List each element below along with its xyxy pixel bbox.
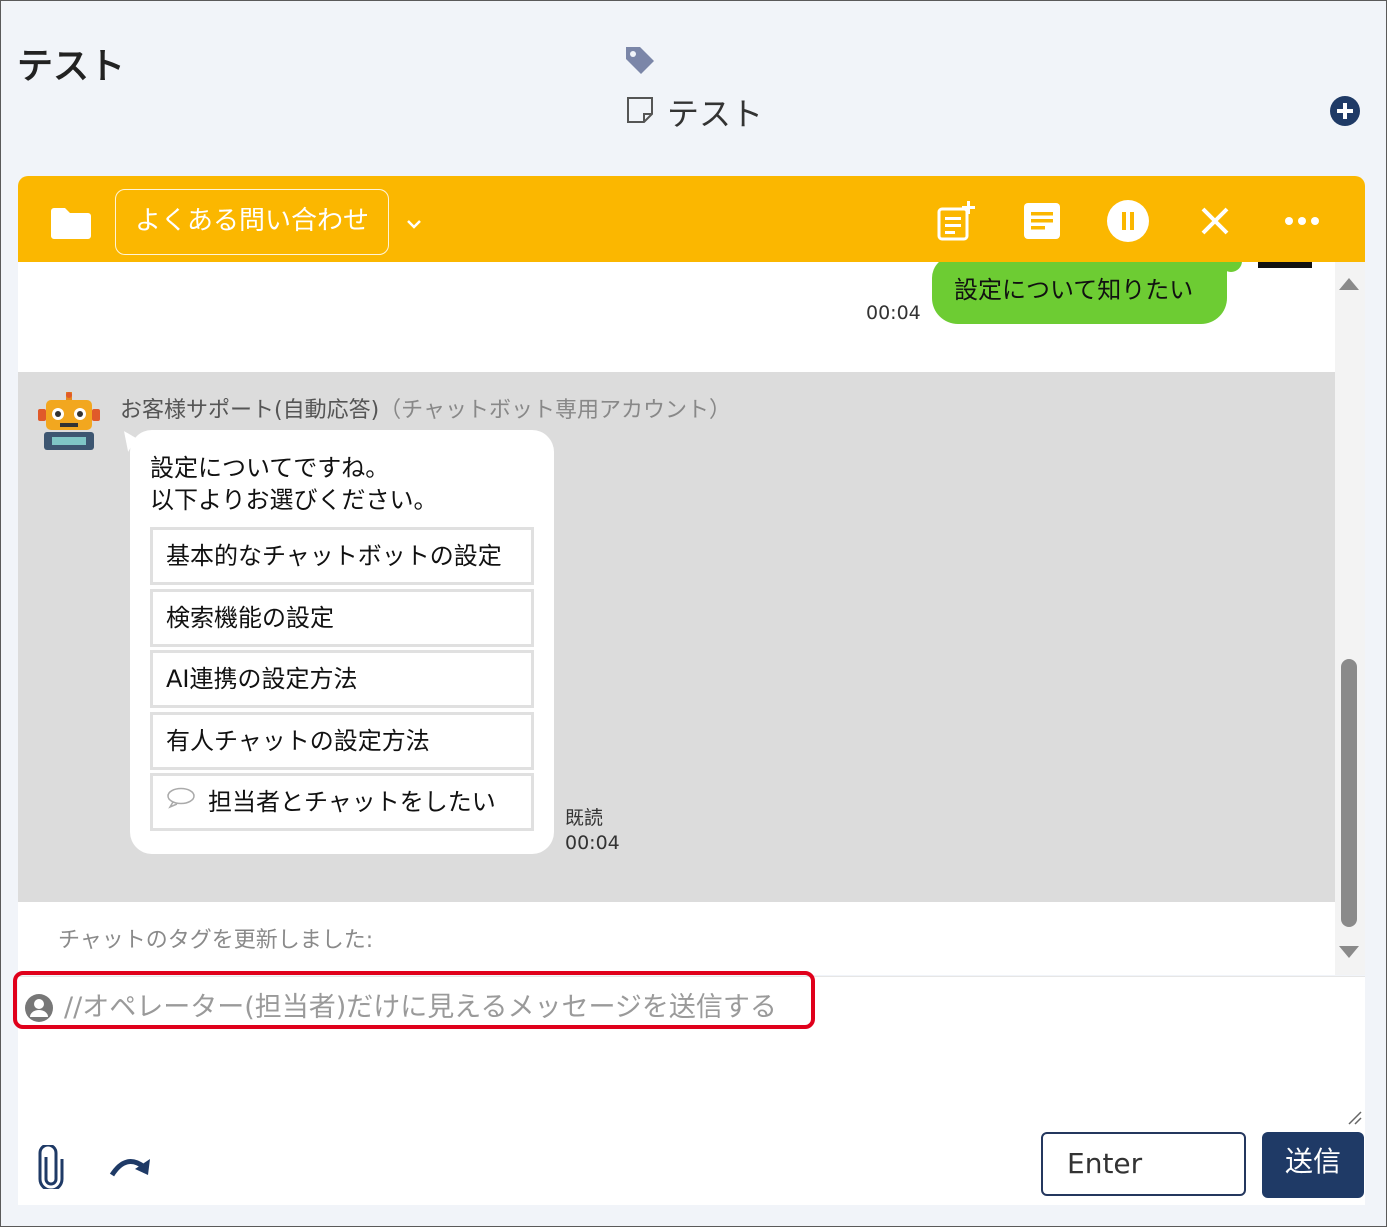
talk-to-agent-button[interactable]: 担当者とチャットをしたい xyxy=(150,773,534,831)
send-button[interactable]: 送信 xyxy=(1262,1132,1364,1198)
category-select[interactable]: よくある問い合わせ xyxy=(115,189,389,255)
bot-message-line: 設定についてですね。 xyxy=(150,454,390,482)
bot-message-bubble: 設定についてですね。 以下よりお選びください。 基本的なチャットボットの設定 検… xyxy=(130,430,554,854)
bot-message-time: 00:04 xyxy=(565,832,620,854)
add-tag-icon[interactable] xyxy=(1329,95,1361,131)
highlight-annotation xyxy=(13,971,815,1029)
bot-message-text: 設定についてですね。 以下よりお選びください。 xyxy=(150,452,438,516)
user-message-time: 00:04 xyxy=(866,302,921,324)
note-row[interactable]: テスト xyxy=(625,89,763,135)
choice-button[interactable]: 検索機能の設定 xyxy=(150,589,534,647)
bot-message-line: 以下よりお選びください。 xyxy=(150,486,438,514)
choice-button[interactable]: AI連携の設定方法 xyxy=(150,650,534,708)
chat-window: テスト テスト よくある問い合わせ 設定について知りたい 00:04 お客様サポ… xyxy=(0,0,1387,1227)
speech-bubble-icon xyxy=(166,775,196,827)
user-message-bubble: 設定について知りたい xyxy=(932,262,1227,324)
folder-icon[interactable] xyxy=(50,206,92,244)
read-status: 既読 00:04 xyxy=(565,806,620,856)
scroll-thumb[interactable] xyxy=(1341,659,1357,927)
memo-icon[interactable] xyxy=(1020,199,1064,243)
chat-scrollbar[interactable] xyxy=(1335,262,1365,975)
system-message: チャットのタグを更新しました: xyxy=(58,928,374,953)
enter-mode-select[interactable]: Enter xyxy=(1041,1132,1246,1196)
bot-account-type: （チャットボット専用アカウント） xyxy=(379,398,731,423)
resize-handle-icon[interactable] xyxy=(1346,1109,1362,1129)
note-label: テスト xyxy=(667,95,764,133)
chat-toolbar: よくある問い合わせ xyxy=(18,176,1365,262)
note-icon xyxy=(625,95,655,129)
page-title: テスト xyxy=(17,46,126,87)
bot-message-row: お客様サポート(自動応答)（チャットボット専用アカウント） 設定についてですね。… xyxy=(18,372,1335,902)
scroll-down-icon[interactable] xyxy=(1339,946,1359,958)
user-message-text: 設定について知りたい xyxy=(954,276,1194,304)
read-status-label: 既読 xyxy=(565,807,604,829)
robot-avatar-icon xyxy=(38,392,100,456)
tag-icon[interactable] xyxy=(623,43,657,81)
more-icon[interactable] xyxy=(1280,199,1324,243)
choice-button[interactable]: 基本的なチャットボットの設定 xyxy=(150,527,534,585)
attachment-icon[interactable] xyxy=(38,1143,64,1193)
redo-icon[interactable] xyxy=(108,1153,152,1183)
chat-messages[interactable]: 設定について知りたい 00:04 お客様サポート(自動応答)（チャットボット専用… xyxy=(18,262,1335,975)
close-icon[interactable] xyxy=(1193,199,1237,243)
bot-name: お客様サポート(自動応答)（チャットボット専用アカウント） xyxy=(120,392,731,424)
bot-name-text: お客様サポート(自動応答) xyxy=(120,398,380,423)
choice-label: 担当者とチャットをしたい xyxy=(208,788,496,816)
pause-icon[interactable] xyxy=(1106,199,1150,243)
add-note-icon[interactable] xyxy=(934,199,978,243)
scroll-up-icon[interactable] xyxy=(1339,278,1359,290)
choice-button[interactable]: 有人チャットの設定方法 xyxy=(150,712,534,770)
divider xyxy=(1258,262,1312,268)
chevron-down-icon[interactable] xyxy=(406,214,422,233)
